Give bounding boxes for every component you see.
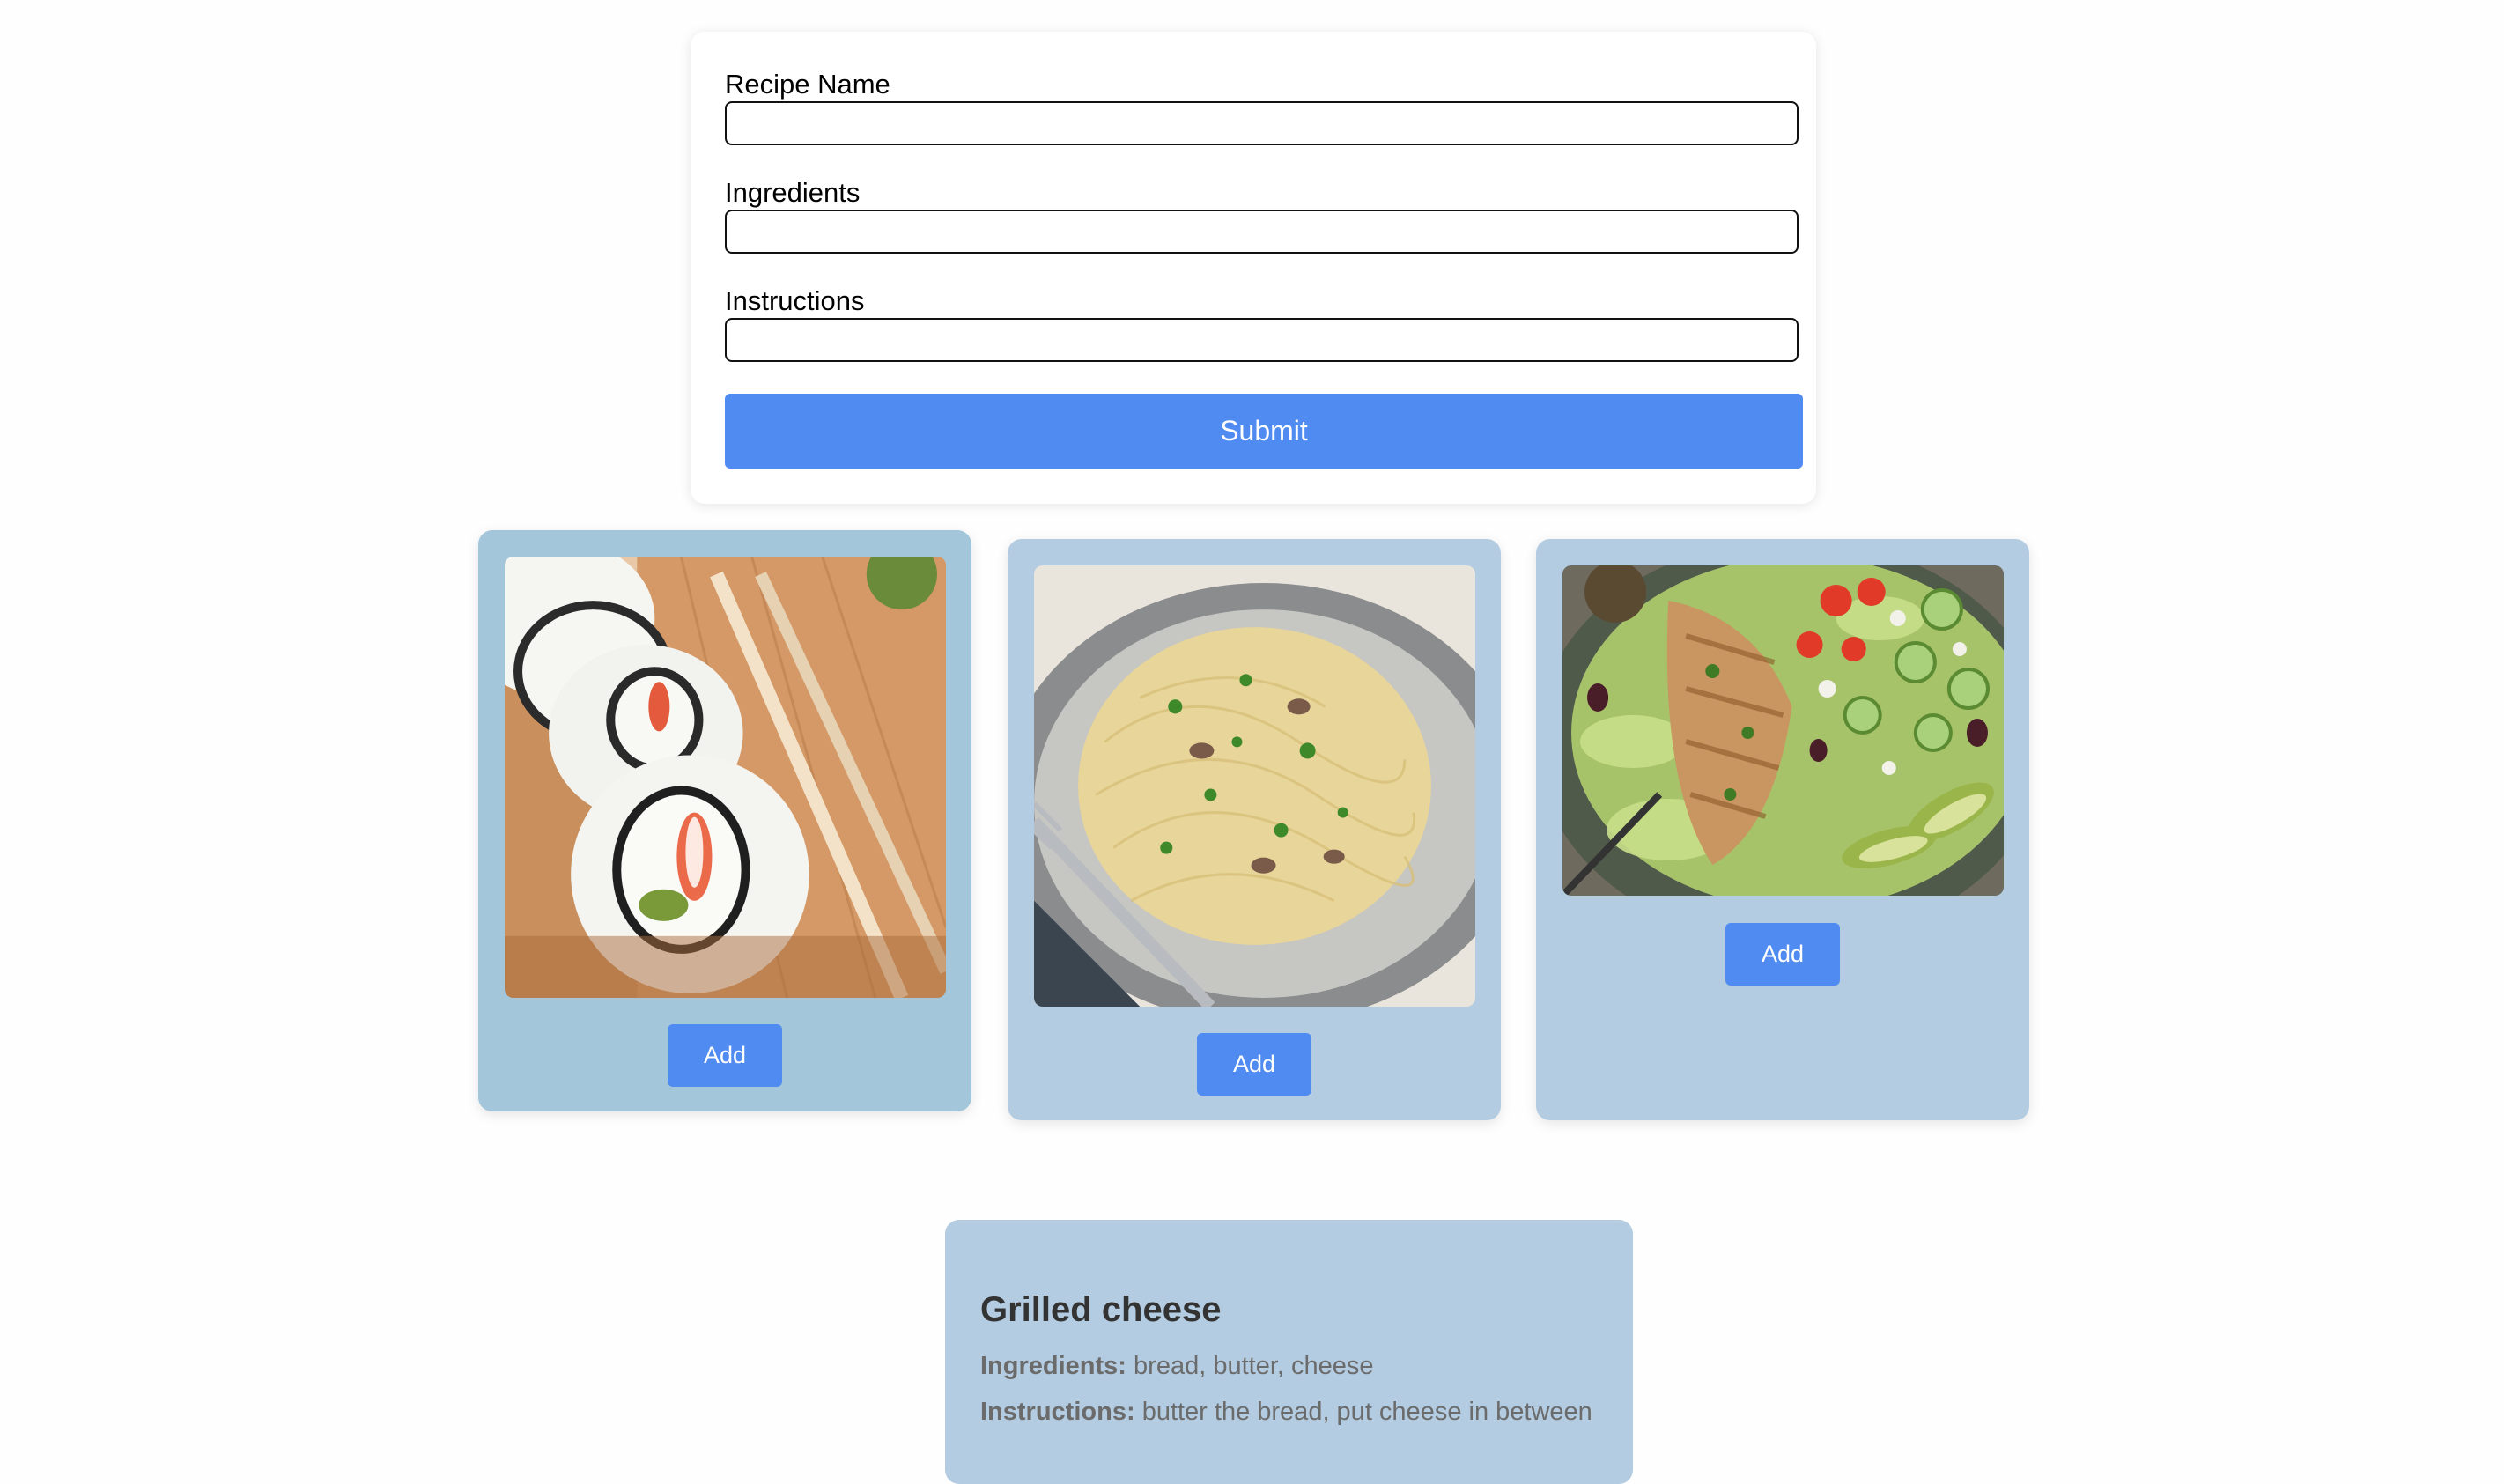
ingredients-input[interactable] bbox=[725, 210, 1799, 254]
recipe-name-input[interactable] bbox=[725, 101, 1799, 145]
recipe-form: Recipe Name Ingredients Instructions Sub… bbox=[691, 32, 1816, 504]
spaghetti-carbonara-photo bbox=[1034, 565, 1475, 1007]
ingredients-heading: Ingredients: bbox=[980, 1352, 1126, 1380]
instructions-heading: Instructions: bbox=[980, 1398, 1135, 1426]
ingredients-label: Ingredients bbox=[725, 177, 861, 208]
submit-button[interactable]: Submit bbox=[725, 394, 1803, 469]
instructions-label: Instructions bbox=[725, 285, 865, 316]
sushi-roll-photo bbox=[505, 557, 946, 998]
recipe-card-salad: Add bbox=[1536, 539, 2029, 1120]
instructions-input[interactable] bbox=[725, 318, 1799, 362]
add-button-sushi[interactable]: Add bbox=[668, 1024, 782, 1087]
ingredients-text: bread, butter, cheese bbox=[1134, 1352, 1374, 1380]
add-button-spaghetti[interactable]: Add bbox=[1197, 1033, 1311, 1096]
recipe-detail-card: Grilled cheese Ingredients: bread, butte… bbox=[945, 1220, 1633, 1484]
recipe-card-sushi: Add bbox=[478, 530, 971, 1111]
recipe-ingredients: Ingredients: bread, butter, cheese bbox=[980, 1352, 1374, 1381]
chicken-salad-photo bbox=[1562, 565, 2004, 896]
recipe-name-label: Recipe Name bbox=[725, 69, 890, 100]
recipe-card-spaghetti: Add bbox=[1008, 539, 1501, 1120]
add-button-salad[interactable]: Add bbox=[1725, 923, 1840, 986]
recipe-title: Grilled cheese bbox=[980, 1290, 1222, 1329]
recipe-instructions: Instructions: butter the bread, put chee… bbox=[980, 1398, 1592, 1427]
instructions-text: butter the bread, put cheese in between bbox=[1141, 1398, 1592, 1426]
